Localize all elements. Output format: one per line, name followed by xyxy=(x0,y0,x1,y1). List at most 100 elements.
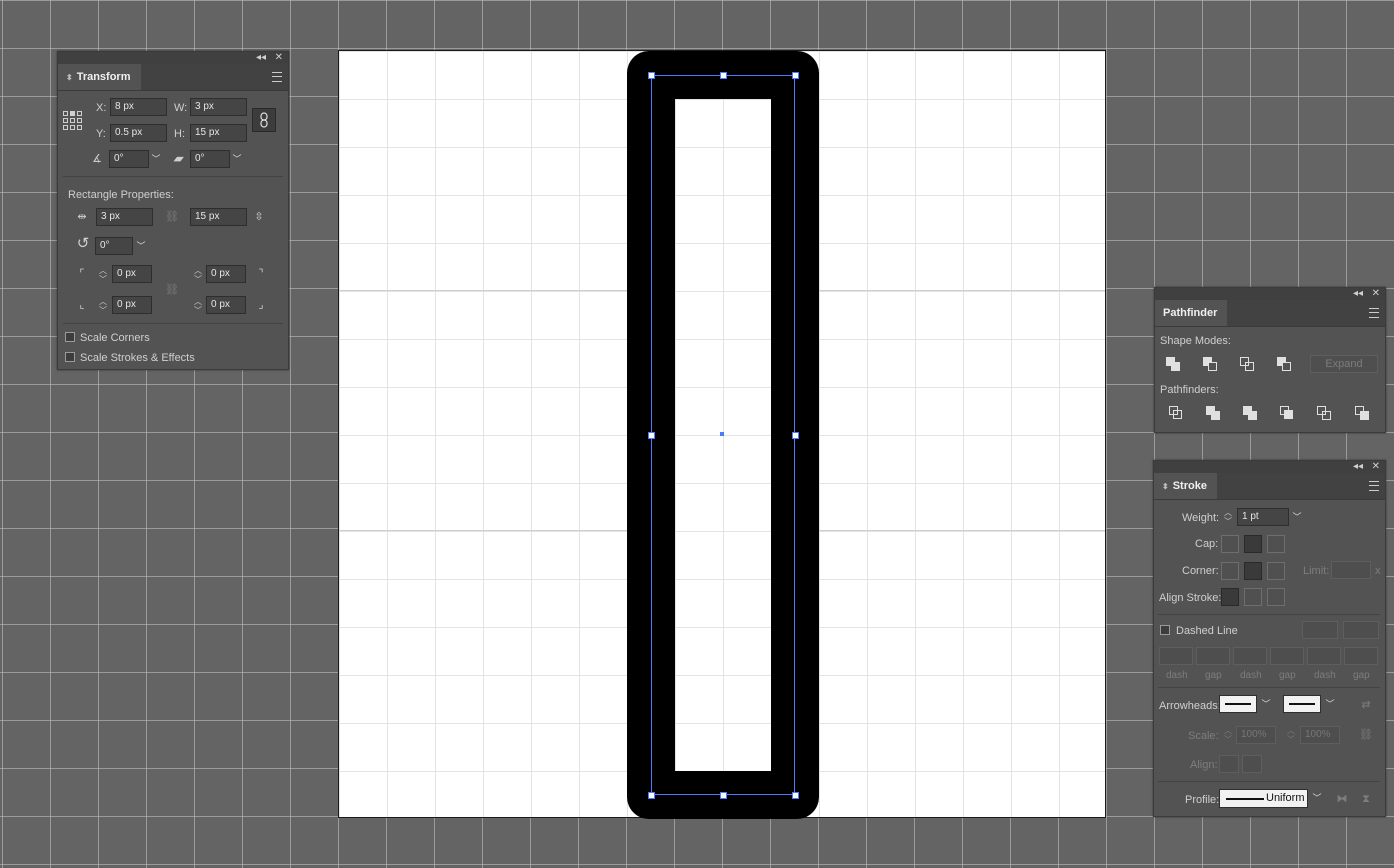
divide-icon[interactable] xyxy=(1169,406,1183,420)
corner-tr-stepper[interactable]: ︿ ﹀ xyxy=(191,266,205,284)
round-join-button[interactable] xyxy=(1244,562,1262,580)
dashed-line-checkbox[interactable] xyxy=(1160,625,1170,635)
unite-icon[interactable] xyxy=(1166,357,1180,371)
swap-arrowheads-icon[interactable]: ⇄ xyxy=(1358,698,1374,712)
handle-top-center[interactable] xyxy=(720,72,727,79)
scale-end-field[interactable]: 100% xyxy=(1300,726,1340,744)
align-center-button[interactable] xyxy=(1221,588,1239,606)
w-field[interactable]: 3 px xyxy=(190,98,247,116)
projecting-cap-button[interactable] xyxy=(1267,535,1285,553)
panel-menu-icon[interactable] xyxy=(1369,308,1379,318)
arrowhead-start-select[interactable] xyxy=(1219,695,1257,713)
handle-middle-right[interactable] xyxy=(792,432,799,439)
merge-icon[interactable] xyxy=(1243,406,1257,420)
corner-bl-stepper[interactable]: ︿ ﹀ xyxy=(96,297,110,315)
handle-top-left[interactable] xyxy=(648,72,655,79)
trim-icon[interactable] xyxy=(1206,406,1220,420)
corner-br-stepper[interactable]: ︿ ﹀ xyxy=(191,297,205,315)
rect-rotate-chevron-icon[interactable]: ﹀ xyxy=(132,237,150,255)
arrow-tip-beyond-button[interactable] xyxy=(1219,755,1239,773)
rotate-field[interactable]: 0° xyxy=(109,150,149,168)
tab-stroke[interactable]: ⬍ Stroke xyxy=(1154,473,1217,499)
miter-join-button[interactable] xyxy=(1221,562,1239,580)
close-icon[interactable]: ✕ xyxy=(275,52,283,64)
flip-along-icon[interactable]: ⧓ xyxy=(1334,792,1350,806)
rect-rotate-field[interactable]: 0° xyxy=(95,237,133,255)
arrowhead-start-chevron-icon[interactable]: ﹀ xyxy=(1257,695,1275,713)
gap-field[interactable] xyxy=(1344,647,1378,665)
shear-dropdown-chevron-icon[interactable]: ﹀ xyxy=(228,150,246,168)
artboard[interactable] xyxy=(338,50,1106,819)
x-field[interactable]: 8 px xyxy=(110,98,167,116)
weight-stepper[interactable]: ︿ ﹀ xyxy=(1221,508,1235,526)
h-field[interactable]: 15 px xyxy=(190,124,247,142)
profile-select[interactable]: Uniform xyxy=(1219,789,1308,808)
constrain-proportions-button[interactable] xyxy=(252,108,276,132)
flip-across-icon[interactable]: ⧗ xyxy=(1358,792,1374,806)
weight-dropdown-chevron-icon[interactable]: ﹀ xyxy=(1288,508,1306,526)
intersect-icon[interactable] xyxy=(1240,357,1254,371)
handle-middle-left[interactable] xyxy=(648,432,655,439)
dash-field[interactable] xyxy=(1159,647,1193,665)
close-icon[interactable]: ✕ xyxy=(1372,461,1380,473)
rect-link-icon[interactable]: ⛓ xyxy=(164,210,180,224)
arrowhead-end-select[interactable] xyxy=(1283,695,1321,713)
rotate-dropdown-chevron-icon[interactable]: ﹀ xyxy=(147,150,165,168)
rect-rotate-icon: ↺ xyxy=(76,235,90,252)
y-field[interactable]: 0.5 px xyxy=(110,124,167,142)
shear-field[interactable]: 0° xyxy=(190,150,230,168)
corner-tr-field[interactable]: 0 px xyxy=(206,265,246,283)
butt-cap-button[interactable] xyxy=(1221,535,1239,553)
scale-strokes-checkbox[interactable] xyxy=(65,352,75,362)
handle-bottom-center[interactable] xyxy=(720,792,727,799)
arrow-tip-at-end-button[interactable] xyxy=(1242,755,1262,773)
corner-bl-field[interactable]: 0 px xyxy=(112,296,152,314)
close-icon[interactable]: ✕ xyxy=(1372,288,1380,300)
dash-label: dash xyxy=(1166,670,1188,681)
gap-field[interactable] xyxy=(1196,647,1230,665)
limit-field[interactable] xyxy=(1331,561,1371,579)
minus-back-icon[interactable] xyxy=(1355,406,1369,420)
rect-width-field[interactable]: 3 px xyxy=(96,208,153,226)
scale-start-stepper[interactable]: ︿ ﹀ xyxy=(1222,726,1234,744)
handle-bottom-right[interactable] xyxy=(792,792,799,799)
preserve-dash-button[interactable] xyxy=(1302,621,1338,639)
panel-menu-icon[interactable] xyxy=(1369,481,1379,491)
profile-chevron-icon[interactable]: ﹀ xyxy=(1308,789,1326,807)
align-inside-button[interactable] xyxy=(1244,588,1262,606)
gap-field[interactable] xyxy=(1270,647,1304,665)
limit-suffix: x xyxy=(1375,565,1381,577)
collapse-icon[interactable]: ◂◂ xyxy=(256,52,266,64)
align-dash-button[interactable] xyxy=(1343,621,1379,639)
dash-field[interactable] xyxy=(1233,647,1267,665)
corner-tl-field[interactable]: 0 px xyxy=(112,265,152,283)
collapse-icon[interactable]: ◂◂ xyxy=(1353,461,1363,473)
panel-menu-icon[interactable] xyxy=(272,72,282,82)
link-scale-icon[interactable]: ⛓ xyxy=(1358,728,1374,742)
outline-icon[interactable] xyxy=(1317,406,1331,420)
align-outside-button[interactable] xyxy=(1267,588,1285,606)
scale-start-field[interactable]: 100% xyxy=(1236,726,1276,744)
rect-height-field[interactable]: 15 px xyxy=(190,208,247,226)
bevel-join-button[interactable] xyxy=(1267,562,1285,580)
exclude-icon[interactable] xyxy=(1277,357,1291,371)
corner-br-field[interactable]: 0 px xyxy=(206,296,246,314)
tab-transform[interactable]: ⬍ Transform xyxy=(58,64,141,90)
scale-corners-checkbox[interactable] xyxy=(65,332,75,342)
reference-point-icon[interactable] xyxy=(63,111,83,131)
handle-bottom-left[interactable] xyxy=(648,792,655,799)
scale-end-stepper[interactable]: ︿ ﹀ xyxy=(1285,726,1297,744)
round-cap-button[interactable] xyxy=(1244,535,1262,553)
arrowhead-end-chevron-icon[interactable]: ﹀ xyxy=(1321,695,1339,713)
minus-front-icon[interactable] xyxy=(1203,357,1217,371)
corner-link-icon[interactable]: ⛓ xyxy=(164,283,180,297)
expand-button[interactable]: Expand xyxy=(1310,355,1378,373)
tab-pathfinder[interactable]: Pathfinder xyxy=(1155,300,1228,326)
corner-tl-stepper[interactable]: ︿ ﹀ xyxy=(96,266,110,284)
limit-label: Limit: xyxy=(1303,565,1330,577)
weight-field[interactable]: 1 pt xyxy=(1237,508,1289,526)
collapse-icon[interactable]: ◂◂ xyxy=(1353,288,1363,300)
dash-field[interactable] xyxy=(1307,647,1341,665)
handle-top-right[interactable] xyxy=(792,72,799,79)
crop-icon[interactable] xyxy=(1280,406,1294,420)
